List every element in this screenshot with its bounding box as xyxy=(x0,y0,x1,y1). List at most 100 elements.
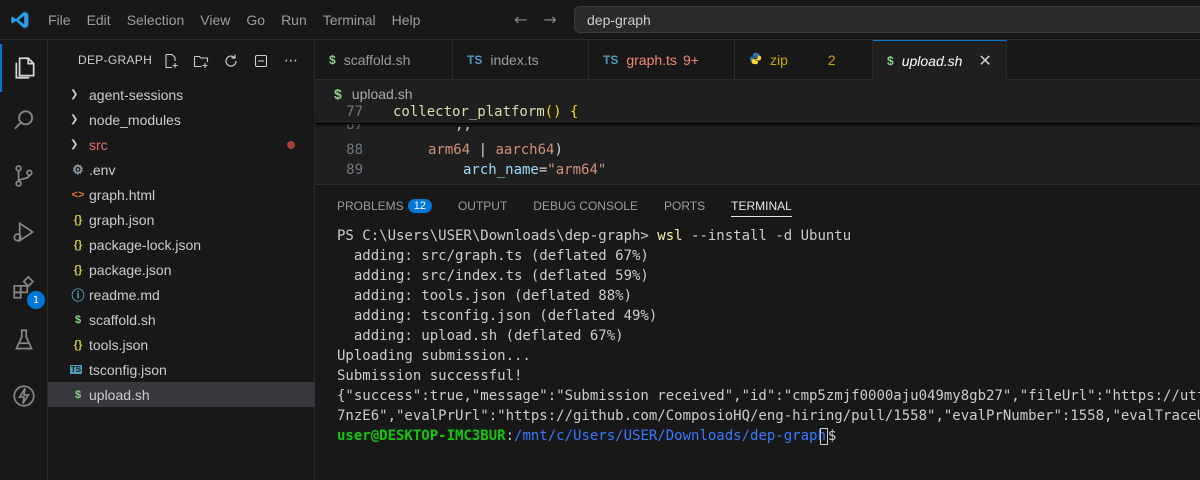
source-control-icon[interactable] xyxy=(0,152,48,200)
explorer-actions: ⋯ xyxy=(160,50,302,72)
menu-file[interactable]: File xyxy=(40,12,79,28)
terminal-line: 7nzE6","evalPrUrl":"https://github.com/C… xyxy=(337,408,1200,424)
editor-tabs: $ scaffold.sh TS index.ts TS graph.ts 9+ zip 2 $ u… xyxy=(315,40,1200,80)
more-actions-icon[interactable]: ⋯ xyxy=(280,50,302,72)
python-zip-icon xyxy=(749,52,762,68)
terminal-line: adding: src/graph.ts (deflated 67%) xyxy=(337,248,649,264)
chevron-right-icon: ❯ xyxy=(70,114,79,125)
sidebar-item-label: .env xyxy=(89,161,116,178)
shell-icon: $ xyxy=(887,53,894,68)
ps-prompt: PS C:\Users\USER\Downloads\dep-graph> xyxy=(337,228,658,244)
code-brace: { xyxy=(570,104,579,120)
sidebar-item-graph-html[interactable]: <> graph.html xyxy=(48,182,315,207)
menu-go[interactable]: Go xyxy=(238,12,273,28)
menu-view[interactable]: View xyxy=(192,12,238,28)
shell-icon: $ xyxy=(74,388,82,401)
terminal-line: Uploading submission... xyxy=(337,348,531,364)
line-number: 89 xyxy=(346,162,363,178)
tab-problem-count: 2 xyxy=(827,52,836,68)
sidebar-item-agent-sessions[interactable]: ❯ agent-sessions xyxy=(48,82,315,107)
terminal-line: adding: upload.sh (deflated 67%) xyxy=(337,328,624,344)
json-icon: {} xyxy=(73,238,83,251)
code-variable: arch_name xyxy=(463,162,539,178)
sidebar-item-tsconfig-json[interactable]: TS tsconfig.json xyxy=(48,357,315,382)
tab-scaffold-sh[interactable]: $ scaffold.sh xyxy=(315,40,453,80)
tab-graph-ts[interactable]: TS graph.ts 9+ xyxy=(589,40,735,80)
tab-output[interactable]: OUTPUT xyxy=(458,195,507,217)
terminal-line: {"success":true,"message":"Submission re… xyxy=(337,388,1200,404)
terminal-line: Submission successful! xyxy=(337,368,523,384)
sidebar-item-graph-json[interactable]: {} graph.json xyxy=(48,207,315,232)
sidebar-item-package-lock-json[interactable]: {} package-lock.json xyxy=(48,232,315,257)
line-number: 88 xyxy=(346,142,363,158)
menu-terminal[interactable]: Terminal xyxy=(315,12,384,28)
problems-count-badge: 12 xyxy=(407,199,432,213)
gear-icon: ⚙ xyxy=(72,161,84,177)
lightning-icon[interactable] xyxy=(0,372,48,420)
menu-run[interactable]: Run xyxy=(273,12,315,28)
sidebar-item-label: tools.json xyxy=(89,336,149,353)
menu-bar: File Edit Selection View Go Run Terminal… xyxy=(40,0,428,40)
testing-icon[interactable] xyxy=(0,316,48,364)
run-debug-icon[interactable] xyxy=(0,208,48,256)
activity-bar: 1 xyxy=(0,40,48,480)
sidebar-item-label: tsconfig.json xyxy=(89,361,167,378)
sidebar-item-env[interactable]: ⚙ .env xyxy=(48,157,315,182)
terminal-output: adding: src/graph.ts (deflated 67%) addi… xyxy=(337,246,1200,426)
new-folder-icon[interactable] xyxy=(190,50,212,72)
typescript-icon: TS xyxy=(603,53,619,67)
breadcrumb: $ upload.sh xyxy=(334,84,413,104)
menu-selection[interactable]: Selection xyxy=(119,12,193,28)
arrow-left-icon[interactable]: ← xyxy=(514,10,527,29)
sidebar-item-scaffold-sh[interactable]: $ scaffold.sh xyxy=(48,307,315,332)
code-operator: | xyxy=(478,142,488,158)
breadcrumb-file[interactable]: upload.sh xyxy=(352,86,413,102)
arrow-right-icon[interactable]: → xyxy=(543,10,556,29)
tab-debug-console[interactable]: DEBUG CONSOLE xyxy=(533,195,638,217)
bottom-panel: PROBLEMS 12 OUTPUT DEBUG CONSOLE PORTS TE… xyxy=(315,184,1200,480)
tab-ports[interactable]: PORTS xyxy=(664,195,705,217)
extensions-badge: 1 xyxy=(27,291,45,309)
modified-dot-icon xyxy=(287,141,295,149)
code-pattern: aarch64 xyxy=(495,142,555,158)
line-number: 77 xyxy=(346,104,363,120)
refresh-icon[interactable] xyxy=(220,50,242,72)
explorer-sidebar: DEP-GRAPH ⋯ ❯ agent-sessions ❯ node_modules… xyxy=(48,40,315,480)
tab-index-ts[interactable]: TS index.ts xyxy=(453,40,589,80)
code-pattern: arm64 xyxy=(428,142,471,158)
explorer-icon[interactable] xyxy=(0,44,48,92)
tab-problems[interactable]: PROBLEMS 12 xyxy=(337,195,432,217)
collapse-all-icon[interactable] xyxy=(250,50,272,72)
tab-upload-sh[interactable]: $ upload.sh ✕ xyxy=(873,40,1007,80)
sidebar-item-src[interactable]: ❯ src xyxy=(48,132,315,157)
sidebar-item-tools-json[interactable]: {} tools.json xyxy=(48,332,315,357)
close-icon[interactable]: ✕ xyxy=(978,51,991,71)
menu-help[interactable]: Help xyxy=(384,12,429,28)
shell-file-icon: $ xyxy=(334,86,342,102)
command-center[interactable]: dep-graph xyxy=(574,6,1200,33)
menu-edit[interactable]: Edit xyxy=(79,12,119,28)
search-icon[interactable] xyxy=(0,96,48,144)
sidebar-item-package-json[interactable]: {} package.json xyxy=(48,257,315,282)
extensions-icon[interactable]: 1 xyxy=(0,264,48,312)
sidebar-item-label: package.json xyxy=(89,261,172,278)
sidebar-item-label: readme.md xyxy=(89,286,160,303)
tab-zip[interactable]: zip 2 xyxy=(735,40,873,80)
code-editor[interactable]: 77 collector_platform() { 87 ;; 88 arm64… xyxy=(315,104,1200,184)
chevron-right-icon: ❯ xyxy=(70,89,79,100)
sticky-scroll-line[interactable]: 77 collector_platform() { xyxy=(315,104,1200,124)
new-file-icon[interactable] xyxy=(160,50,182,72)
code-string: "arm64" xyxy=(547,162,607,178)
bash-separator: : xyxy=(505,428,515,444)
code-line: arch_name="arm64" xyxy=(463,162,606,178)
editor-line: 88 arm64 | aarch64) xyxy=(315,142,1200,162)
sidebar-item-readme-md[interactable]: ⓘ readme.md xyxy=(48,282,315,307)
sidebar-item-node-modules[interactable]: ❯ node_modules xyxy=(48,107,315,132)
sidebar-item-upload-sh[interactable]: $ upload.sh xyxy=(48,382,315,407)
code-paren: ) xyxy=(554,142,563,158)
sidebar-item-label: scaffold.sh xyxy=(89,311,156,328)
shell-icon: $ xyxy=(74,313,82,326)
code-function-name: collector_platform xyxy=(393,104,545,120)
terminal[interactable]: PS C:\Users\USER\Downloads\dep-graph> ws… xyxy=(337,226,1200,446)
tab-terminal[interactable]: TERMINAL xyxy=(731,195,792,217)
